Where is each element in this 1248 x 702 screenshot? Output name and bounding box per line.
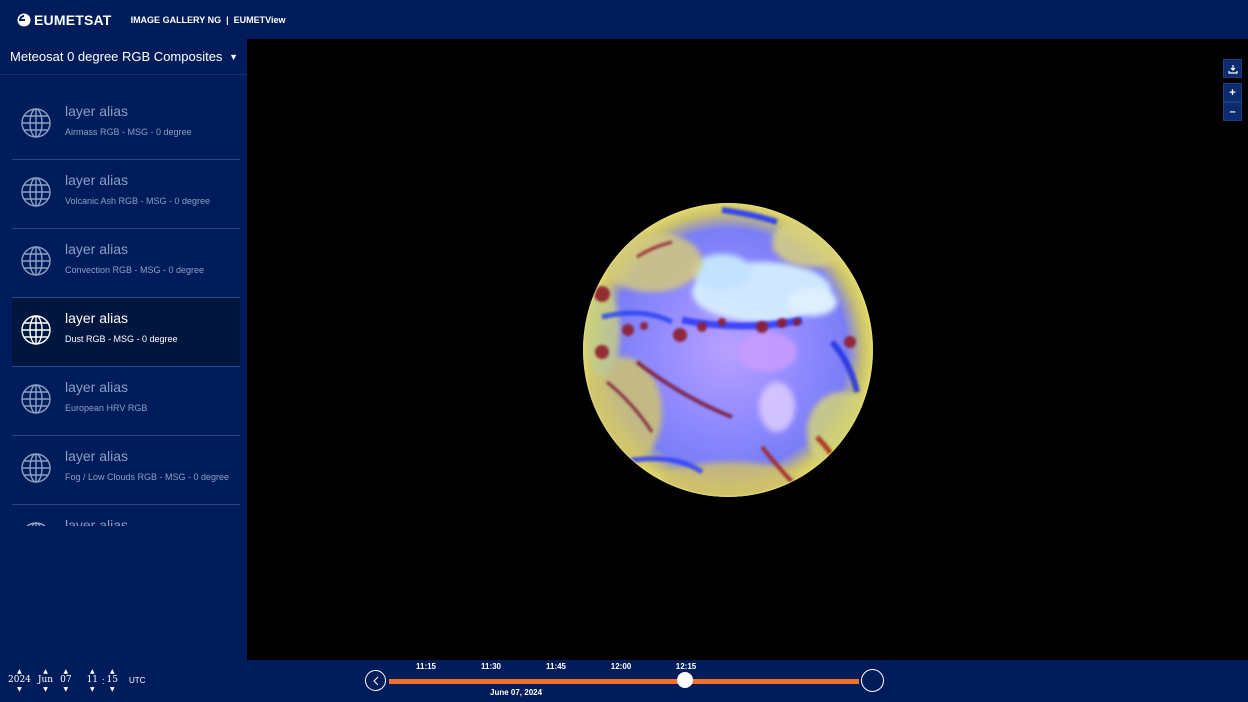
- layer-text: layer alias Convection RGB - MSG - 0 degr…: [65, 241, 204, 275]
- timeline-handle[interactable]: [677, 672, 694, 688]
- layer-item[interactable]: layer alias Convection RGB - MSG - 0 degr…: [12, 229, 240, 298]
- globe-icon: [20, 383, 52, 415]
- layer-alias: layer alias: [65, 517, 129, 526]
- minute-up-arrow-icon[interactable]: ▲: [110, 668, 115, 675]
- hour-spinner[interactable]: ▲ 11 ▼: [87, 668, 98, 693]
- timeline-tick-label: 12:00: [610, 662, 632, 671]
- datetime-picker: ▲ 2024 ▼ ▲ Jun ▼ ▲ 07 ▼ ▲ 11 ▼ : ▲ 15 ▼ …: [8, 668, 145, 693]
- layer-text: layer alias Airmass RGB - MSG - 0 degree: [65, 103, 192, 137]
- zoom-out-button[interactable]: –: [1223, 102, 1242, 121]
- month-spinner[interactable]: ▲ Jun ▼: [38, 668, 53, 693]
- layer-alias: layer alias: [65, 172, 129, 188]
- month-value: Jun: [37, 675, 54, 685]
- nav-eumetview-link[interactable]: EUMETView: [234, 15, 286, 25]
- layer-name: Convection RGB - MSG - 0 degree: [65, 265, 205, 275]
- globe-icon: [20, 245, 52, 277]
- globe-icon: [20, 107, 52, 139]
- timeline-tick-label: 12:15: [675, 662, 697, 671]
- bottom-toolbar: ▲ 2024 ▼ ▲ Jun ▼ ▲ 07 ▼ ▲ 11 ▼ : ▲ 15 ▼ …: [0, 660, 1248, 702]
- year-value: 2024: [8, 675, 31, 685]
- globe-icon: [20, 176, 52, 208]
- day-value: 07: [60, 675, 72, 685]
- layer-item[interactable]: layer alias: [12, 505, 240, 526]
- day-down-arrow-icon[interactable]: ▼: [64, 686, 69, 693]
- collection-dropdown-label: Meteosat 0 degree RGB Composites: [10, 49, 223, 64]
- layer-alias: layer alias: [65, 379, 129, 395]
- layer-name: Volcanic Ash RGB - MSG - 0 degree: [65, 196, 211, 206]
- eumetsat-logo[interactable]: EUMETSAT: [17, 12, 112, 28]
- layer-text: layer alias Fog / Low Clouds RGB - MSG - …: [65, 448, 229, 482]
- year-spinner[interactable]: ▲ 2024 ▼: [8, 668, 31, 693]
- timezone-label: UTC: [128, 676, 146, 685]
- globe-icon: [20, 314, 52, 346]
- satellite-globe-image[interactable]: [582, 202, 874, 498]
- layer-name: Fog / Low Clouds RGB - MSG - 0 degree: [65, 472, 230, 482]
- month-down-arrow-icon[interactable]: ▼: [43, 686, 48, 693]
- month-up-arrow-icon[interactable]: ▲: [43, 668, 48, 675]
- caret-down-icon: ▼: [229, 51, 238, 62]
- hour-up-arrow-icon[interactable]: ▲: [90, 668, 95, 675]
- timeline-next-button[interactable]: [861, 669, 884, 692]
- layer-text: layer alias Dust RGB - MSG - 0 degree: [65, 310, 178, 344]
- layer-text: layer alias Volcanic Ash RGB - MSG - 0 de…: [65, 172, 210, 206]
- globe-icon: [20, 521, 52, 526]
- layer-alias: layer alias: [65, 310, 129, 326]
- eumetsat-logo-icon: [17, 13, 31, 26]
- layer-text: layer alias European HRV RGB: [65, 379, 147, 413]
- layer-item[interactable]: layer alias Fog / Low Clouds RGB - MSG - …: [12, 436, 240, 505]
- timeline-date-label: June 07, 2024: [490, 688, 543, 697]
- globe-icon: [20, 452, 52, 484]
- chevron-left-icon: [372, 676, 378, 685]
- layer-list[interactable]: layer alias Airmass RGB - MSG - 0 degree l…: [12, 91, 240, 526]
- zoom-in-button[interactable]: +: [1223, 83, 1242, 102]
- layer-text: layer alias: [65, 517, 128, 526]
- timeline-track[interactable]: [389, 679, 859, 684]
- map-viewer[interactable]: + –: [247, 39, 1248, 660]
- layer-item[interactable]: layer alias Volcanic Ash RGB - MSG - 0 de…: [12, 160, 240, 229]
- time-colon: :: [102, 675, 105, 686]
- hour-down-arrow-icon[interactable]: ▼: [90, 686, 95, 693]
- layer-sidebar: Meteosat 0 degree RGB Composites ▼ layer…: [0, 39, 247, 660]
- timeline-tick-label: 11:30: [480, 662, 502, 671]
- nav-separator: |: [226, 14, 229, 25]
- day-spinner[interactable]: ▲ 07 ▼: [60, 668, 71, 693]
- brand-name: EUMETSAT: [34, 11, 112, 28]
- timeline-prev-button[interactable]: [365, 670, 386, 691]
- header-nav: IMAGE GALLERY NG | EUMETView: [131, 15, 286, 25]
- year-down-arrow-icon[interactable]: ▼: [17, 686, 22, 693]
- year-up-arrow-icon[interactable]: ▲: [17, 668, 22, 675]
- nav-image-gallery-link[interactable]: IMAGE GALLERY NG: [131, 15, 222, 25]
- download-button[interactable]: [1223, 59, 1242, 78]
- minute-down-arrow-icon[interactable]: ▼: [110, 686, 115, 693]
- dust-rgb-globe: [583, 203, 873, 497]
- layer-alias: layer alias: [65, 448, 129, 464]
- timeline-tick-label: 11:45: [545, 662, 567, 671]
- layer-alias: layer alias: [65, 103, 129, 119]
- layer-name: Dust RGB - MSG - 0 degree: [65, 334, 178, 344]
- layer-item[interactable]: layer alias European HRV RGB: [12, 367, 240, 436]
- layer-alias: layer alias: [65, 241, 129, 257]
- timeline-tick-label: 11:15: [415, 662, 437, 671]
- hour-value: 11: [86, 675, 99, 685]
- day-up-arrow-icon[interactable]: ▲: [64, 668, 69, 675]
- download-icon: [1227, 64, 1238, 74]
- layer-name: European HRV RGB: [65, 403, 148, 413]
- layer-name: Airmass RGB - MSG - 0 degree: [65, 127, 192, 137]
- minute-value: 15: [106, 675, 118, 685]
- collection-dropdown[interactable]: Meteosat 0 degree RGB Composites ▼: [0, 39, 247, 75]
- minute-spinner[interactable]: ▲ 15 ▼: [107, 668, 118, 693]
- top-header: EUMETSAT IMAGE GALLERY NG | EUMETView: [0, 0, 1248, 39]
- layer-item[interactable]: layer alias Dust RGB - MSG - 0 degree: [12, 298, 240, 367]
- layer-item[interactable]: layer alias Airmass RGB - MSG - 0 degree: [12, 91, 240, 160]
